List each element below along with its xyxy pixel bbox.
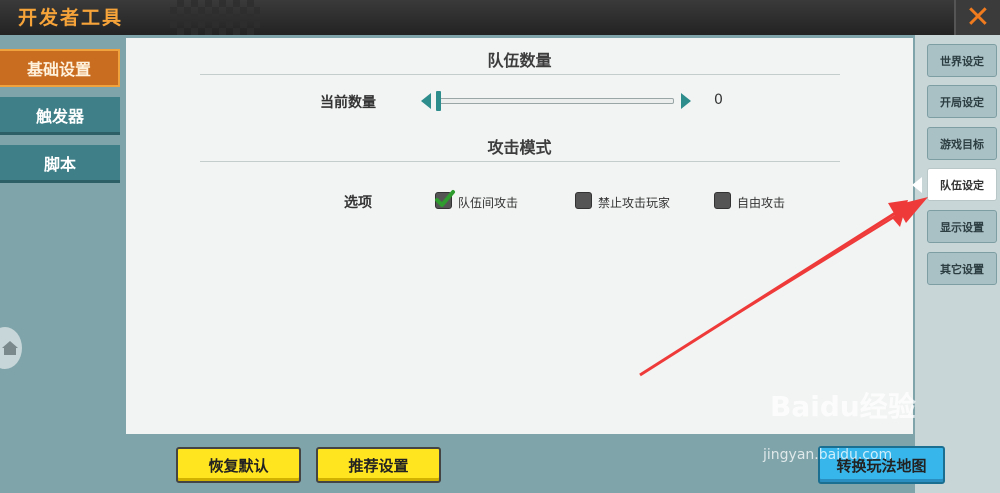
team-count-slider-thumb[interactable]	[436, 91, 441, 111]
recommended-settings-button[interactable]: 推荐设置	[316, 447, 441, 483]
left-sidebar: 基础设置 触发器 脚本	[0, 35, 120, 493]
left-tab-scripts[interactable]: 脚本	[0, 145, 120, 183]
right-tab-display-settings[interactable]: 显示设置	[927, 210, 997, 243]
right-tab-team-settings[interactable]: 队伍设定	[927, 168, 997, 201]
restore-default-button[interactable]: 恢复默认	[176, 447, 301, 483]
right-tab-other-settings[interactable]: 其它设置	[927, 252, 997, 285]
right-tab-label: 显示设置	[940, 220, 984, 234]
section-divider	[200, 74, 840, 75]
checkbox-label-no-player-attack: 禁止攻击玩家	[598, 196, 671, 210]
home-icon	[2, 341, 18, 355]
increase-arrow-icon[interactable]	[681, 93, 691, 109]
title-bar: 开发者工具 ✕	[0, 0, 1000, 35]
close-icon: ✕	[965, 0, 991, 35]
checkbox-label-free-attack: 自由攻击	[737, 196, 786, 210]
baidu-watermark-url: jingyan.baidu.com	[763, 447, 893, 463]
button-label: 推荐设置	[348, 456, 409, 475]
right-tab-label: 开局设定	[940, 95, 984, 109]
baidu-watermark: Baidu经验	[770, 390, 916, 423]
options-label: 选项	[344, 195, 372, 211]
team-count-value: 0	[714, 92, 723, 108]
checkmark-icon	[435, 190, 455, 207]
window-title: 开发者工具	[18, 7, 124, 29]
right-tab-label: 游戏目标	[940, 137, 984, 151]
main-content-panel: 队伍数量 当前数量 0 攻击模式 选项 队伍间攻击 禁止攻击玩家 自由攻击	[126, 38, 913, 434]
home-button[interactable]	[0, 327, 22, 369]
left-tab-label: 脚本	[43, 154, 76, 174]
section-title-attack-mode: 攻击模式	[487, 138, 552, 157]
checkbox-free-attack[interactable]	[714, 192, 731, 209]
left-tab-basic-settings[interactable]: 基础设置	[0, 49, 120, 87]
section-divider	[200, 161, 840, 162]
right-sidebar: 世界设定 开局设定 游戏目标 队伍设定 显示设置 其它设置	[915, 35, 1000, 493]
left-tab-triggers[interactable]: 触发器	[0, 97, 120, 135]
close-button[interactable]: ✕	[954, 0, 1000, 35]
right-tab-world-settings[interactable]: 世界设定	[927, 44, 997, 77]
checkbox-team-attack[interactable]	[435, 190, 455, 209]
checkbox-no-player-attack[interactable]	[575, 192, 592, 209]
right-tab-game-goal[interactable]: 游戏目标	[927, 127, 997, 160]
team-count-slider-track[interactable]	[438, 98, 674, 104]
section-title-team-count: 队伍数量	[487, 51, 552, 70]
decrease-arrow-icon[interactable]	[421, 93, 431, 109]
checkbox-label-team-attack: 队伍间攻击	[458, 196, 519, 210]
right-tab-label: 队伍设定	[940, 178, 984, 192]
button-label: 恢复默认	[208, 456, 269, 475]
left-tab-label: 基础设置	[26, 60, 91, 79]
left-tab-label: 触发器	[35, 106, 84, 126]
right-tab-label: 世界设定	[940, 54, 984, 68]
title-bar-pattern	[170, 0, 260, 35]
active-tab-pointer	[912, 177, 922, 193]
right-tab-start-settings[interactable]: 开局设定	[927, 85, 997, 118]
current-count-label: 当前数量	[320, 95, 376, 111]
right-tab-label: 其它设置	[940, 262, 984, 276]
